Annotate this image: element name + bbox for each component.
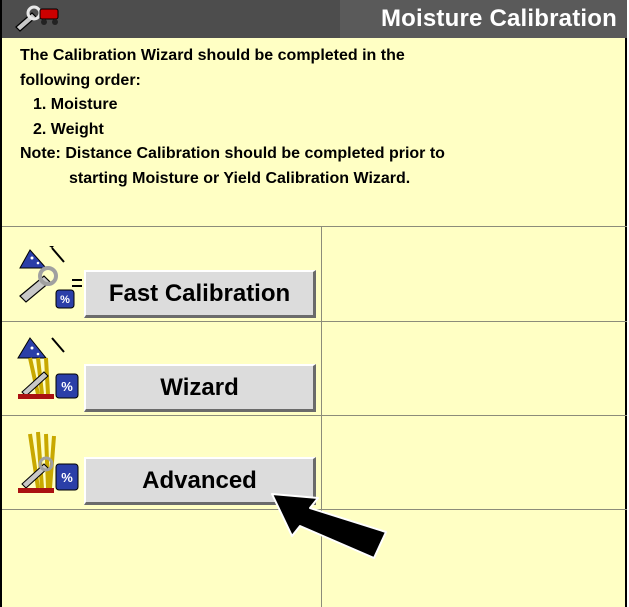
instructions-panel: The Calibration Wizard should be complet… (20, 44, 610, 191)
svg-text:%: % (60, 294, 70, 306)
svg-text:%: % (61, 470, 73, 485)
note-label: Note: (20, 145, 61, 162)
grid-divider (2, 321, 627, 322)
step-item-moisture: 1. Moisture (33, 96, 118, 113)
wizard-button[interactable]: Wizard (84, 364, 316, 412)
grid-divider (2, 226, 627, 227)
instructions-intro-line2: following order: (20, 71, 141, 89)
svg-text:%: % (61, 379, 73, 394)
note-text-line2: starting Moisture or Yield Calibration W… (69, 169, 411, 187)
grid-divider (2, 415, 627, 416)
fast-calibration-wizard-icon: % (19, 246, 82, 309)
fast-calibration-button[interactable]: Fast Calibration (84, 270, 316, 318)
calibration-screen: Moisture Calibration The Calibration Wiz… (0, 0, 627, 607)
wizard-label: Wizard (160, 373, 239, 401)
title-bar: Moisture Calibration (2, 0, 627, 38)
note-text-line1: Distance Calibration should be completed… (65, 145, 445, 162)
step-item-weight: 2. Weight (33, 120, 104, 138)
instructions-intro-line1: The Calibration Wizard should be complet… (20, 47, 405, 64)
tools-icon (15, 5, 59, 32)
fast-calibration-label: Fast Calibration (108, 279, 291, 307)
advanced-calibration-icon: % (18, 431, 79, 493)
page-title: Moisture Calibration (380, 5, 617, 32)
note-line: Note: Distance Calibration should be com… (20, 142, 610, 167)
pointer-arrow-icon (271, 493, 387, 559)
wizard-calibration-icon: % (17, 337, 79, 399)
advanced-label: Advanced (142, 466, 257, 494)
